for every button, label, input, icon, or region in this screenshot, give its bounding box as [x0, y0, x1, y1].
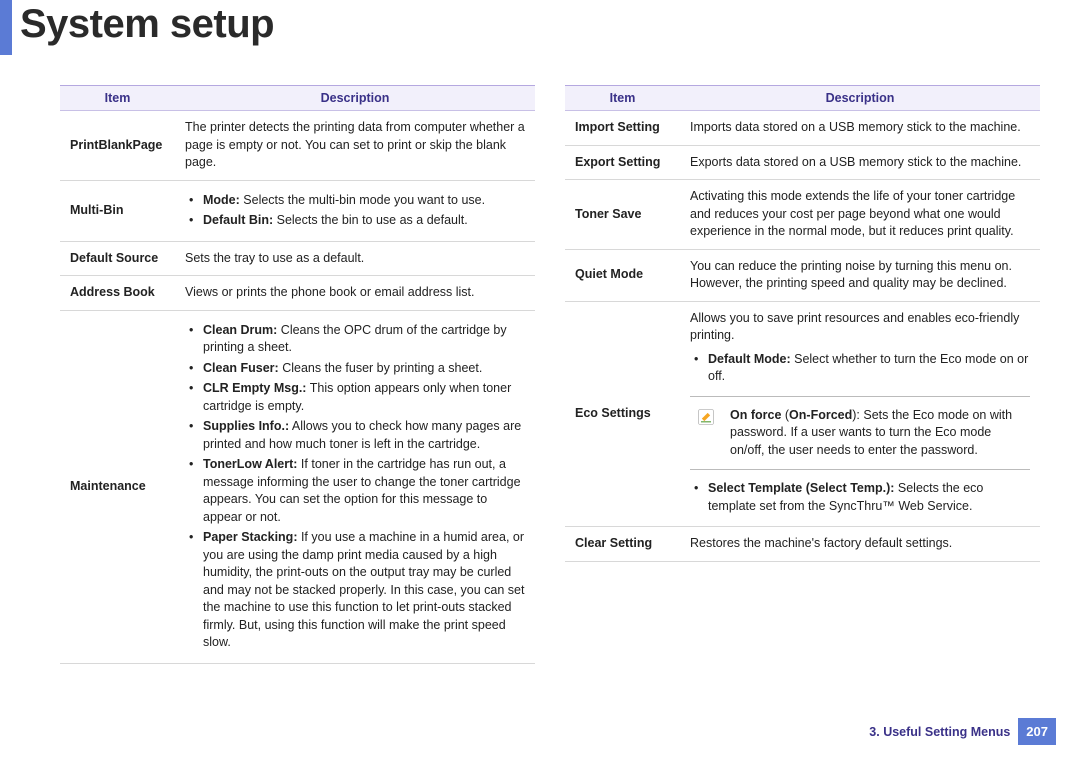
- table-row: Maintenance Clean Drum: Cleans the OPC d…: [60, 310, 535, 663]
- table-row: Eco Settings Allows you to save print re…: [565, 301, 1040, 527]
- page-title: System setup: [20, 0, 274, 47]
- desc-cell: Views or prints the phone book or email …: [175, 276, 535, 311]
- list-item: Supplies Info.: Allows you to check how …: [189, 418, 525, 453]
- footer-chapter: 3. Useful Setting Menus: [869, 725, 1010, 739]
- item-cell: Default Source: [60, 241, 175, 276]
- list-item: Default Bin: Selects the bin to use as a…: [189, 212, 525, 230]
- note-callout: On force (On-Forced): Sets the Eco mode …: [690, 396, 1030, 471]
- list-item: Paper Stacking: If you use a machine in …: [189, 529, 525, 652]
- list-item: Default Mode: Select whether to turn the…: [694, 351, 1030, 386]
- item-cell: Quiet Mode: [565, 249, 680, 301]
- desc-cell: Imports data stored on a USB memory stic…: [680, 111, 1040, 146]
- list-item: TonerLow Alert: If toner in the cartridg…: [189, 456, 525, 526]
- table-row: Quiet Mode You can reduce the printing n…: [565, 249, 1040, 301]
- table-header-row: Item Description: [565, 86, 1040, 111]
- item-cell: PrintBlankPage: [60, 111, 175, 181]
- desc-cell: Clean Drum: Cleans the OPC drum of the c…: [175, 310, 535, 663]
- item-cell: Address Book: [60, 276, 175, 311]
- eco-intro: Allows you to save print resources and e…: [690, 310, 1030, 345]
- table-row: Clear Setting Restores the machine's fac…: [565, 527, 1040, 562]
- item-cell: Clear Setting: [565, 527, 680, 562]
- accent-bar: [0, 0, 12, 55]
- right-table: Item Description Import Setting Imports …: [565, 85, 1040, 562]
- table-header-row: Item Description: [60, 86, 535, 111]
- desc-cell: Activating this mode extends the life of…: [680, 180, 1040, 250]
- note-text: On force (On-Forced): Sets the Eco mode …: [730, 408, 1012, 457]
- list-item: Mode: Selects the multi-bin mode you wan…: [189, 192, 525, 210]
- item-cell: Multi-Bin: [60, 180, 175, 241]
- desc-cell: The printer detects the printing data fr…: [175, 111, 535, 181]
- list-item: CLR Empty Msg.: This option appears only…: [189, 380, 525, 415]
- list-item: Clean Fuser: Cleans the fuser by printin…: [189, 360, 525, 378]
- table-row: PrintBlankPage The printer detects the p…: [60, 111, 535, 181]
- page-footer: 3. Useful Setting Menus 207: [869, 718, 1056, 745]
- desc-cell: Sets the tray to use as a default.: [175, 241, 535, 276]
- table-row: Address Book Views or prints the phone b…: [60, 276, 535, 311]
- desc-cell: Exports data stored on a USB memory stic…: [680, 145, 1040, 180]
- left-table: Item Description PrintBlankPage The prin…: [60, 85, 535, 664]
- table-row: Import Setting Imports data stored on a …: [565, 111, 1040, 146]
- header-desc: Description: [680, 86, 1040, 111]
- desc-cell: Mode: Selects the multi-bin mode you wan…: [175, 180, 535, 241]
- note-icon: [696, 407, 716, 427]
- table-row: Export Setting Exports data stored on a …: [565, 145, 1040, 180]
- item-cell: Import Setting: [565, 111, 680, 146]
- header-item: Item: [60, 86, 175, 111]
- item-cell: Toner Save: [565, 180, 680, 250]
- desc-cell: Allows you to save print resources and e…: [680, 301, 1040, 527]
- desc-cell: Restores the machine's factory default s…: [680, 527, 1040, 562]
- header-desc: Description: [175, 86, 535, 111]
- right-column: Item Description Import Setting Imports …: [565, 85, 1040, 664]
- item-cell: Maintenance: [60, 310, 175, 663]
- table-row: Default Source Sets the tray to use as a…: [60, 241, 535, 276]
- list-item: Clean Drum: Cleans the OPC drum of the c…: [189, 322, 525, 357]
- item-cell: Eco Settings: [565, 301, 680, 527]
- list-item: Select Template (Select Temp.): Selects …: [694, 480, 1030, 515]
- header-item: Item: [565, 86, 680, 111]
- left-column: Item Description PrintBlankPage The prin…: [60, 85, 535, 664]
- desc-cell: You can reduce the printing noise by tur…: [680, 249, 1040, 301]
- page-number: 207: [1018, 718, 1056, 745]
- content-columns: Item Description PrintBlankPage The prin…: [0, 55, 1080, 664]
- table-row: Toner Save Activating this mode extends …: [565, 180, 1040, 250]
- item-cell: Export Setting: [565, 145, 680, 180]
- table-row: Multi-Bin Mode: Selects the multi-bin mo…: [60, 180, 535, 241]
- title-bar: System setup: [0, 0, 1080, 55]
